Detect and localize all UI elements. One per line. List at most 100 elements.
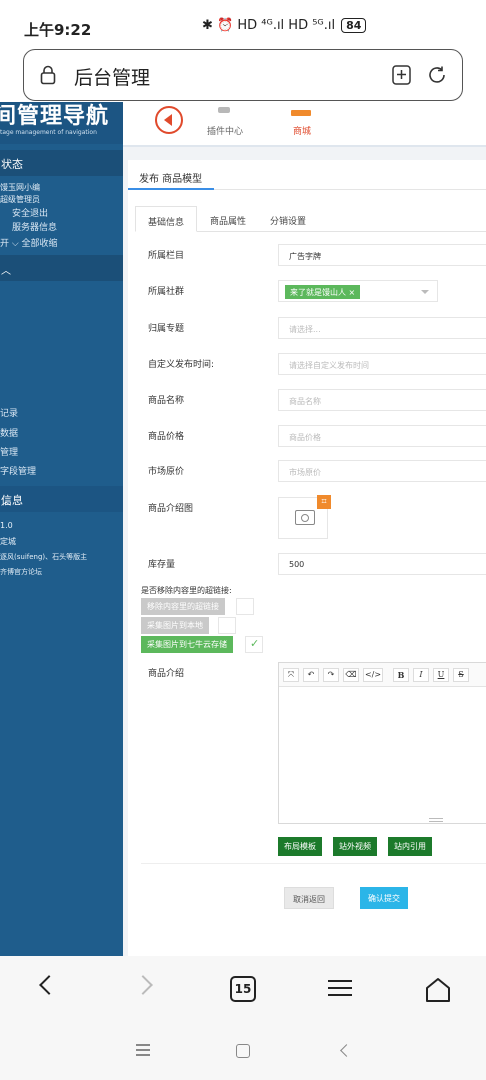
camera-icon (295, 510, 315, 525)
cancel-button[interactable]: 取消返回 (284, 887, 334, 909)
browser-nav-bar: 15 (0, 956, 486, 1024)
menu-icon[interactable] (328, 978, 352, 998)
plugin-icon (218, 107, 230, 113)
crop-icon[interactable]: ⌗ (317, 495, 331, 509)
strikethrough-button[interactable]: S (453, 668, 469, 682)
logout-link[interactable]: 安全退出 (12, 206, 48, 219)
system-home-icon[interactable] (236, 1044, 250, 1058)
publish-time-label: 自定义发布时间: (148, 360, 215, 370)
user-role: 超级管理员 (0, 195, 40, 204)
intro-image-label: 商品介绍图 (148, 504, 194, 514)
status-icons: ✱ ⏰ HD ⁴ᴳ.ıl HD ⁵ᴳ.ıl 84 (202, 18, 367, 33)
back-icon[interactable] (39, 975, 59, 995)
editor-resize-handle[interactable] (429, 818, 443, 822)
chevron-down-icon (421, 290, 429, 294)
info-site: 定城 (0, 537, 16, 546)
sidebar-item-manage[interactable]: 管理 (0, 445, 18, 458)
external-video-button[interactable]: 站外视频 (333, 837, 377, 856)
info-moderators: 逐风(suifeng)、石头等版主 (0, 553, 88, 561)
info-version: 1.0 (0, 521, 13, 530)
status-section-header[interactable]: 状态 (0, 150, 123, 176)
top-header: 插件中心 商城 (123, 102, 486, 147)
source-code-button[interactable]: </> (363, 668, 383, 682)
sidebar-item-fields[interactable]: 字段管理 (0, 464, 36, 477)
page-title: 后台管理 (74, 67, 151, 89)
back-arrow-icon[interactable] (155, 106, 183, 134)
form-panel: 发布 商品模型 基础信息 商品属性 分销设置 所属栏目 广告字牌 所属社群 来了… (128, 160, 486, 956)
bold-button[interactable]: B (393, 668, 409, 682)
chevron-up-icon: ︿ (1, 497, 11, 508)
clock: 上午9:22 (24, 21, 92, 39)
tab-product-attrs[interactable]: 商品属性 (198, 206, 258, 232)
home-icon[interactable] (424, 976, 452, 1004)
switch-box[interactable] (218, 617, 236, 634)
mall-tab[interactable]: 商城 (293, 124, 311, 137)
system-nav-bar (0, 1024, 486, 1080)
topic-select[interactable]: 请选择... (278, 317, 486, 339)
intro-label: 商品介绍 (148, 669, 185, 679)
forward-icon[interactable] (133, 975, 153, 995)
community-label: 所属社群 (148, 287, 185, 297)
undo-button[interactable]: ↶ (303, 668, 319, 682)
panel-title: 发布 商品模型 (139, 174, 203, 185)
underline-button[interactable]: U (433, 668, 449, 682)
chevron-up-icon: ︿ (1, 266, 11, 277)
rich-text-editor[interactable]: ⤧ ↶ ↷ ⌫ </> B I U S (278, 662, 486, 824)
topic-label: 归属专题 (148, 324, 185, 334)
site-logo: 间管理导航 tage management of navigation (0, 102, 123, 144)
sidebar-item-data[interactable]: 数据 (0, 426, 18, 439)
layout-template-button[interactable]: 布局模板 (278, 837, 322, 856)
add-bookmark-icon[interactable] (391, 64, 413, 86)
divider (141, 863, 486, 864)
market-price-label: 市场原价 (148, 467, 185, 477)
sidebar-item-records[interactable]: 记录 (0, 406, 18, 419)
image-upload[interactable]: ⌗ (278, 495, 331, 539)
redo-button[interactable]: ↷ (323, 668, 339, 682)
info-section-header[interactable]: 信息 ︿ (0, 486, 123, 512)
plugin-center-tab[interactable]: 插件中心 (207, 124, 243, 137)
market-price-input[interactable]: 市场原价 (278, 460, 486, 482)
address-bar[interactable]: 后台管理 (23, 49, 463, 101)
publish-time-input[interactable]: 请选择自定义发布时间 (278, 353, 486, 375)
status-bar: 上午9:22 ✱ ⏰ HD ⁴ᴳ.ıl HD ⁵ᴳ.ıl 84 (0, 0, 486, 46)
name-label: 商品名称 (148, 396, 185, 406)
tab-distribution[interactable]: 分销设置 (258, 206, 318, 232)
remove-links-question: 是否移除内容里的超链接: (141, 586, 232, 595)
column-label: 所属栏目 (148, 251, 185, 261)
system-back-icon[interactable] (340, 1044, 353, 1057)
italic-button[interactable]: I (413, 668, 429, 682)
tabs-button[interactable]: 15 (230, 976, 256, 1002)
name-input[interactable]: 商品名称 (278, 389, 486, 411)
community-select[interactable]: 来了就是馒山人 × (278, 280, 438, 302)
reload-icon[interactable] (426, 64, 448, 86)
panel-title-underline (128, 188, 214, 190)
tab-basic-info[interactable]: 基础信息 (135, 206, 198, 232)
fullscreen-button[interactable]: ⤧ (283, 668, 299, 682)
check-icon: ✓ (250, 637, 260, 650)
logo-subtitle: tage management of navigation (0, 129, 97, 136)
web-page: 间管理导航 tage management of navigation 状态 馒… (0, 102, 486, 956)
clear-format-button[interactable]: ⌫ (343, 668, 359, 682)
collapse-all-link[interactable]: 开 ⌵ 全部收缩 (0, 236, 58, 249)
mall-icon (291, 110, 311, 116)
switch-box[interactable]: ✓ (245, 636, 263, 653)
stock-label: 库存量 (148, 560, 176, 570)
switch-box[interactable] (236, 598, 254, 615)
stock-input[interactable]: 500 (278, 553, 486, 575)
battery-icon: 84 (341, 18, 367, 33)
server-info-link[interactable]: 服务器信息 (12, 220, 57, 233)
form-tabs: 基础信息 商品属性 分销设置 (135, 206, 486, 232)
lock-icon (40, 65, 56, 85)
menu-section-header[interactable]: ︿ (0, 255, 123, 281)
editor-toolbar: ⤧ ↶ ↷ ⌫ </> B I U S (279, 663, 486, 687)
admin-sidebar: 间管理导航 tage management of navigation 状态 馒… (0, 102, 123, 956)
community-tag[interactable]: 来了就是馒山人 × (285, 285, 361, 299)
column-select[interactable]: 广告字牌 (278, 244, 486, 266)
info-forum[interactable]: 齐博官方论坛 (0, 567, 42, 577)
logo-text: 间管理导航 (0, 104, 110, 129)
panel-header: 发布 商品模型 (128, 160, 486, 190)
recent-apps-icon[interactable] (136, 1044, 150, 1056)
submit-button[interactable]: 确认提交 (360, 887, 408, 909)
price-input[interactable]: 商品价格 (278, 425, 486, 447)
internal-ref-button[interactable]: 站内引用 (388, 837, 432, 856)
